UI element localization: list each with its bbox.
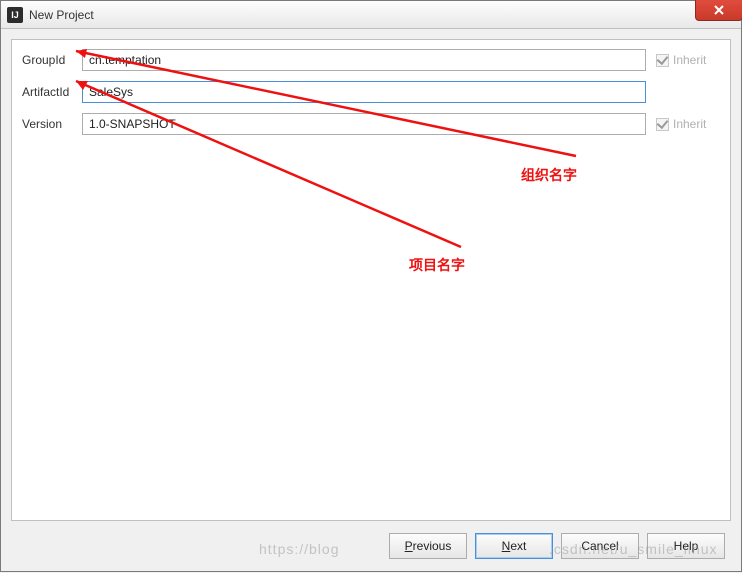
artifactid-row: ArtifactId Inherit: [22, 80, 720, 104]
groupid-inherit: Inherit: [656, 53, 720, 67]
window-title: New Project: [29, 8, 94, 22]
artifactid-label: ArtifactId: [22, 85, 82, 99]
version-row: Version Inherit: [22, 112, 720, 136]
version-inherit: Inherit: [656, 117, 720, 131]
watermark-left: https://blog: [259, 541, 340, 557]
button-bar: Previous Next Cancel Help: [389, 533, 725, 559]
new-project-dialog: IJ New Project GroupId Inherit ArtifactI…: [0, 0, 742, 572]
inherit-label: Inherit: [673, 53, 706, 67]
cancel-button[interactable]: Cancel: [561, 533, 639, 559]
previous-button[interactable]: Previous: [389, 533, 467, 559]
artifactid-input[interactable]: [82, 81, 646, 103]
help-button[interactable]: Help: [647, 533, 725, 559]
version-label: Version: [22, 117, 82, 131]
version-input[interactable]: [82, 113, 646, 135]
checkbox-icon: [656, 54, 669, 67]
groupid-row: GroupId Inherit: [22, 48, 720, 72]
close-icon: [713, 4, 725, 16]
groupid-input[interactable]: [82, 49, 646, 71]
groupid-label: GroupId: [22, 53, 82, 67]
inherit-label: Inherit: [673, 117, 706, 131]
close-button[interactable]: [695, 0, 742, 21]
checkbox-icon: [656, 118, 669, 131]
intellij-icon: IJ: [7, 7, 23, 23]
titlebar: IJ New Project: [1, 1, 741, 29]
dialog-content: GroupId Inherit ArtifactId Inherit Versi…: [11, 39, 731, 521]
next-button[interactable]: Next: [475, 533, 553, 559]
